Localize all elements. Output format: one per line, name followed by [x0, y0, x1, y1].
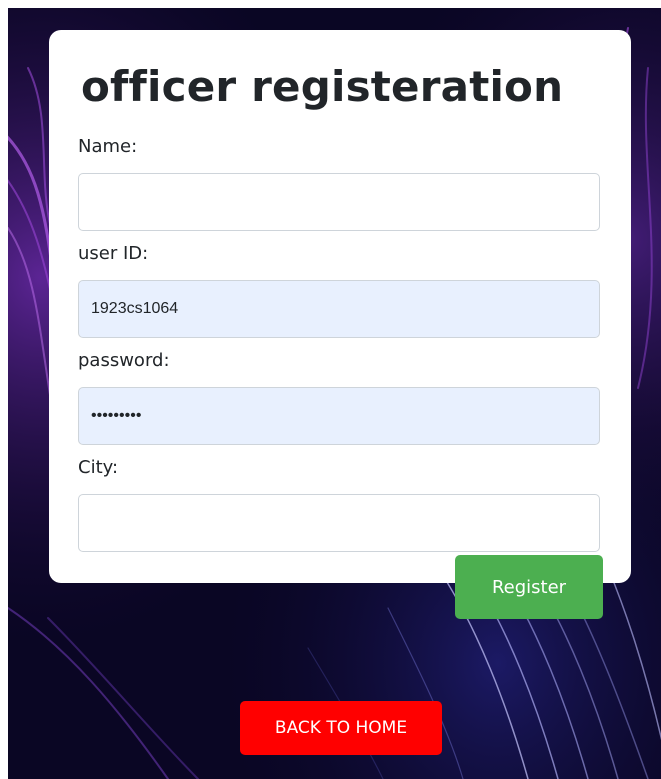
- city-label: City:: [78, 457, 119, 478]
- back-to-home-button[interactable]: BACK TO HOME: [240, 701, 442, 755]
- name-label: Name:: [78, 136, 138, 157]
- register-button[interactable]: Register: [455, 555, 603, 619]
- userid-label: user ID:: [78, 243, 149, 264]
- userid-input[interactable]: [78, 280, 600, 338]
- city-input[interactable]: [78, 494, 600, 552]
- name-input[interactable]: [78, 173, 600, 231]
- password-input[interactable]: [78, 387, 600, 445]
- page-background: officer registeration Name: user ID: pas…: [8, 8, 661, 779]
- registration-card: officer registeration Name: user ID: pas…: [49, 30, 631, 583]
- page-title: officer registeration: [81, 62, 564, 111]
- password-label: password:: [78, 350, 170, 371]
